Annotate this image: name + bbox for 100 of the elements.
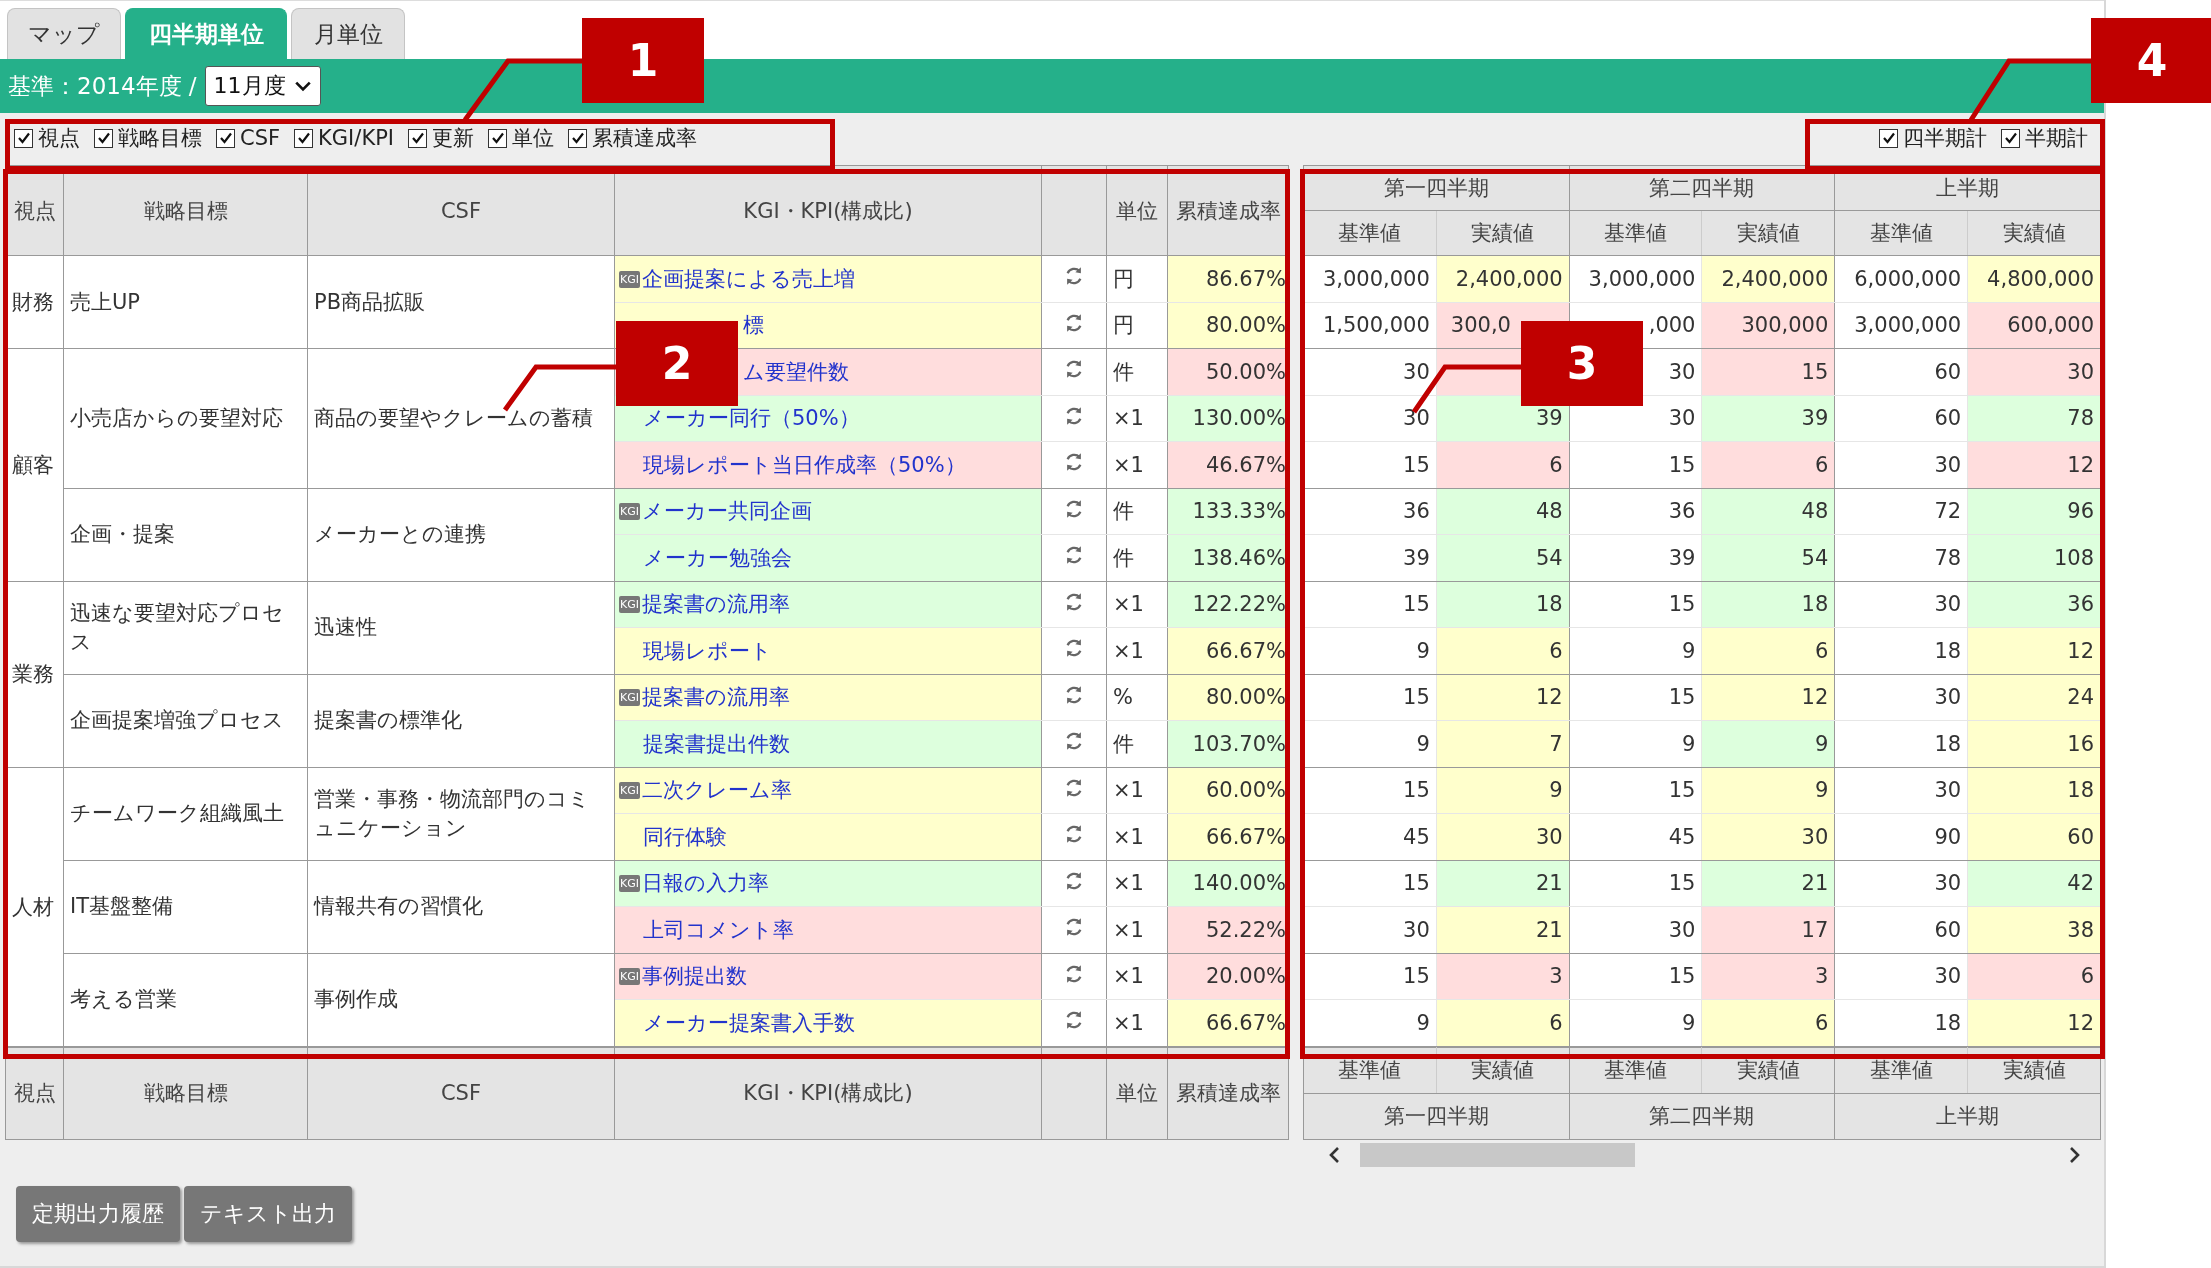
table-cell: 36 [1303,488,1437,535]
table-cell: 60 [1834,906,1968,953]
table-cell: ×1 [1106,627,1168,674]
kpi-link[interactable]: 提案書提出件数 [643,731,790,756]
kpi-link[interactable]: 現場レポート [643,638,772,663]
table-cell: 12 [1436,674,1570,721]
callout-number: 3 [1521,321,1643,406]
checkbox[interactable] [294,128,314,148]
kgi-badge: KGI [619,968,640,986]
kpi-link[interactable]: 提案書の流用率 [642,685,790,710]
table-cell: 2,400,000 [1702,255,1835,302]
table-cell: 業務 [5,581,64,767]
table-cell: 48 [1702,488,1835,535]
kgi-badge: KGI [619,875,640,893]
table-cell: 15 [1569,674,1702,721]
checkbox[interactable] [94,128,113,148]
table-cell: 15 [1303,441,1437,488]
checkbox-label: 視点 [38,125,80,152]
column-header: 実績値 [1702,1047,1835,1093]
kpi-link[interactable]: 現場レポート当日作成率（50%） [643,452,966,477]
column-header: 視点 [5,1047,64,1139]
checkbox-label: KGI/KPI [318,126,395,150]
kpi-link[interactable]: ム要望件数 [743,359,849,384]
checkbox[interactable] [14,128,33,148]
table-cell: 30 [1834,581,1968,628]
checkbox[interactable] [408,128,428,148]
kpi-link[interactable]: 上司コメント率 [643,917,794,942]
kpi-link[interactable]: 二次クレーム率 [642,778,792,803]
checkbox[interactable] [488,128,508,148]
kpi-link[interactable]: 日報の入力率 [642,871,769,896]
table-cell: 6,000,000 [1834,255,1968,302]
kpi-link[interactable]: メーカー同行（50%） [643,406,860,431]
table-cell: 件 [1106,348,1168,395]
table-cell: 12 [1967,627,2101,674]
kpi-link[interactable]: 標 [743,313,764,338]
checkbox[interactable] [568,128,588,148]
tab[interactable]: マップ [7,8,121,59]
column-header: 基準値 [1303,210,1437,256]
table-cell: ×1 [1106,767,1168,814]
month-select[interactable]: 11月度 [204,66,321,106]
kpi-link[interactable]: メーカー勉強会 [643,545,792,570]
scrollbar-thumb[interactable] [1360,1142,1635,1167]
table-cell: 60 [1967,813,2101,860]
table-cell: 90 [1834,813,1968,860]
table-cell: 96 [1967,488,2101,535]
column-header: 実績値 [1967,1047,2101,1093]
table-cell: 9 [1303,627,1437,674]
column-header: CSF [307,1047,615,1139]
table-cell: 72 [1834,488,1968,535]
tab[interactable]: 月単位 [291,8,405,59]
table-cell: 30 [1834,953,1968,1000]
kpi-link[interactable]: 企画提案による売上増 [642,266,855,291]
table-cell: 6 [1436,441,1570,488]
table-cell: 18 [1834,999,1968,1046]
table-cell: 件 [1106,720,1168,767]
kpi-link[interactable]: 同行体験 [643,824,727,849]
column-header: 戦略目標 [63,165,308,256]
table-cell: 3,000,000 [1834,302,1968,349]
table-cell: 16 [1967,720,2101,767]
table-cell: 9 [1569,720,1702,767]
column-header: 実績値 [1702,210,1835,256]
table-cell: 9 [1303,720,1437,767]
column-header: 基準値 [1569,1047,1702,1093]
column-header: 上半期 [1834,1093,2101,1139]
table-cell: 18 [1834,720,1968,767]
action-button[interactable]: 定期出力履歴 [16,1185,180,1242]
checkbox[interactable] [1879,128,1898,148]
table-cell: % [1106,674,1168,721]
table-cell: 21 [1702,860,1835,907]
chevron-right-icon[interactable] [2069,1145,2081,1164]
kpi-link[interactable]: メーカー提案書入手数 [643,1010,855,1035]
table-cell: 12 [1967,441,2101,488]
column-header: 単位 [1106,1047,1168,1139]
table-cell: 迅速な要望対応プロセス [63,581,308,674]
kpi-link[interactable]: 事例提出数 [642,964,747,989]
chevron-down-icon [293,80,312,92]
checkbox[interactable] [2001,128,2020,148]
table-cell: 企画提案増強プロセス [63,674,308,767]
chevron-left-icon[interactable] [1328,1145,1340,1164]
table-cell: 45 [1303,813,1437,860]
table-cell: 小売店からの要望対応 [63,348,308,488]
column-header: 単位 [1106,165,1168,256]
checkbox[interactable] [216,128,235,148]
table-cell: 9 [1569,627,1702,674]
table-cell: 迅速性 [307,581,615,674]
table-cell: 6 [1436,999,1570,1046]
kpi-link[interactable]: メーカー共同企画 [642,499,812,524]
column-header: KGI・KPI(構成比) [614,165,1042,256]
table-cell: 4,800,000 [1967,255,2101,302]
table-cell: 15 [1569,441,1702,488]
kpi-link[interactable]: 提案書の流用率 [642,592,790,617]
table-cell: 15 [1303,953,1437,1000]
table-cell: 36 [1967,581,2101,628]
table-cell: 6 [1702,441,1835,488]
action-button[interactable]: テキスト出力 [184,1185,352,1242]
kgi-badge: KGI [619,689,640,707]
column-header: 累積達成率 [1167,1047,1289,1139]
kgi-badge: KGI [619,782,640,800]
callout-number: 4 [2091,18,2211,103]
table-cell: 18 [1702,581,1835,628]
